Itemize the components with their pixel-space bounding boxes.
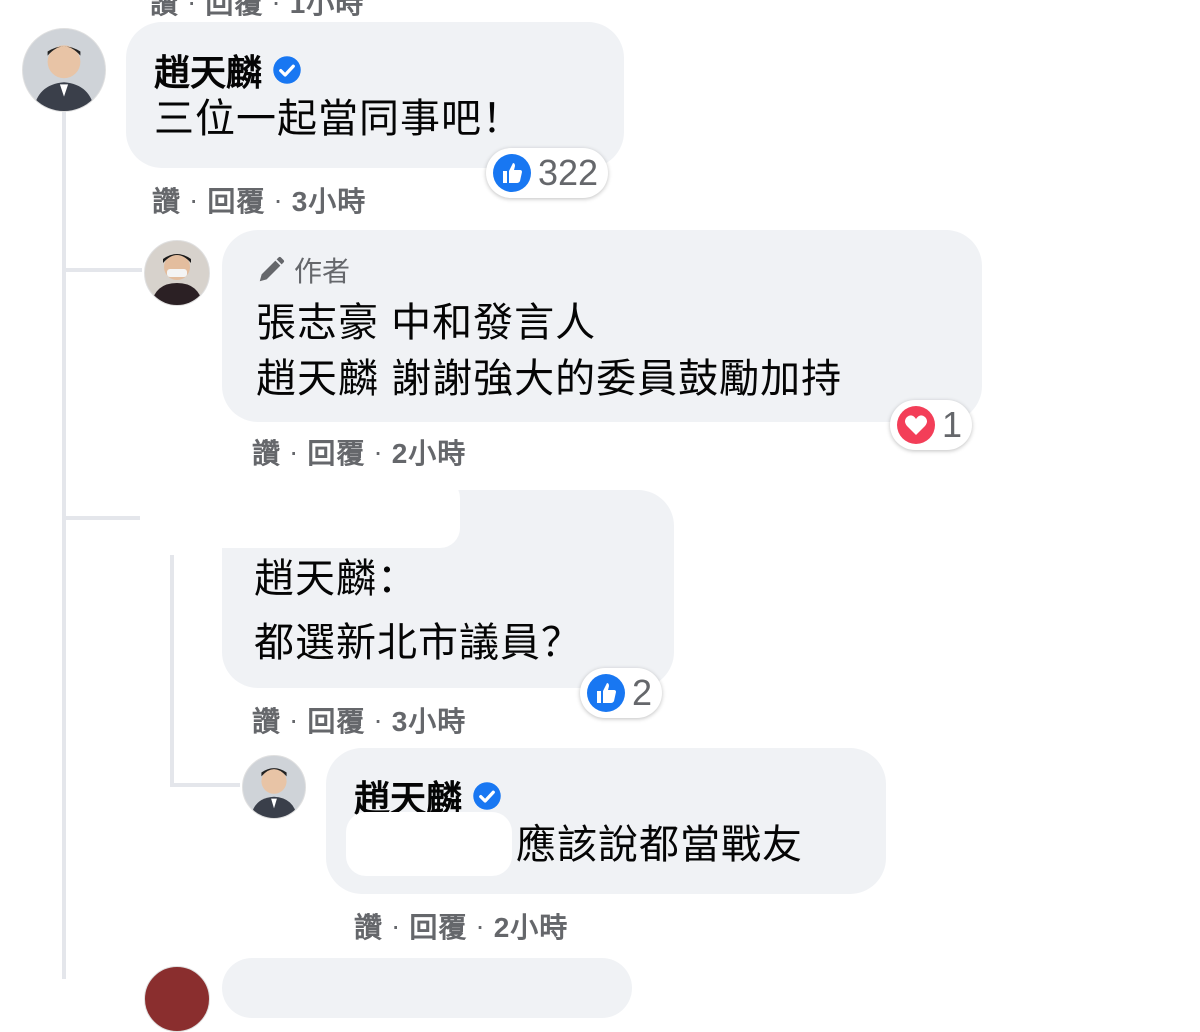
reaction-count: 2 bbox=[632, 672, 653, 713]
comment-text-line: 趙天麟： bbox=[254, 557, 418, 601]
comment-bubble: 趙天麟 三位一起當同事吧！ bbox=[126, 22, 624, 168]
person-avatar-icon bbox=[243, 756, 305, 818]
reaction-count: 322 bbox=[538, 152, 599, 193]
timestamp[interactable]: 2小時 bbox=[392, 432, 467, 472]
comment-text: 應該說都當戰友 bbox=[516, 823, 803, 867]
reply-action[interactable]: 回覆 bbox=[409, 906, 467, 946]
reaction-summary[interactable]: 1 bbox=[890, 400, 973, 450]
reply-action[interactable]: 回覆 bbox=[205, 0, 263, 22]
comment-text-line: 張志豪 中和發言人 bbox=[256, 301, 597, 345]
thread-line-sub bbox=[170, 555, 174, 785]
comment-actions: 讚 · 回覆 · 2小時 bbox=[354, 906, 568, 946]
comment-actions: 讚 · 回覆 · 3小時 bbox=[252, 700, 466, 740]
thread-line-sub-branch bbox=[170, 783, 240, 787]
author-badge: 作者 bbox=[256, 250, 350, 290]
timestamp[interactable]: 2小時 bbox=[494, 906, 569, 946]
avatar[interactable] bbox=[144, 966, 210, 1032]
verified-badge-icon bbox=[273, 56, 301, 84]
comment-bubble: 作者 張志豪 中和發言人 趙天麟 謝謝強大的委員鼓勵加持 bbox=[222, 230, 982, 422]
reaction-count: 1 bbox=[942, 404, 963, 445]
previous-comment-actions: 讚 · 回覆 · 1小時 bbox=[150, 0, 364, 22]
comment-bubble: 趙天麟 應該說都當戰友 bbox=[326, 748, 886, 894]
comment-text: 三位一起當同事吧！ bbox=[154, 97, 523, 141]
reaction-summary[interactable]: 322 bbox=[486, 148, 609, 198]
timestamp[interactable]: 1小時 bbox=[290, 0, 365, 22]
comment-bubble bbox=[222, 958, 632, 1018]
redacted-area bbox=[346, 812, 512, 876]
reply-action[interactable]: 回覆 bbox=[307, 700, 365, 740]
like-action[interactable]: 讚 bbox=[152, 180, 181, 220]
timestamp[interactable]: 3小時 bbox=[392, 700, 467, 740]
author-badge-label: 作者 bbox=[294, 256, 351, 287]
comment-text-line: 趙天麟 謝謝強大的委員鼓勵加持 bbox=[256, 357, 843, 401]
thread-line-main bbox=[62, 110, 66, 979]
like-action[interactable]: 讚 bbox=[354, 906, 383, 946]
like-reaction-icon bbox=[587, 674, 625, 712]
thread-line-branch-2 bbox=[62, 516, 142, 520]
person-avatar-icon bbox=[23, 29, 105, 111]
comment-text-line: 都選新北市議員？ bbox=[254, 621, 582, 665]
comment-actions: 讚 · 回覆 · 3小時 bbox=[152, 180, 366, 220]
reply-action[interactable]: 回覆 bbox=[307, 432, 365, 472]
love-reaction-icon bbox=[897, 406, 935, 444]
person-avatar-icon bbox=[145, 241, 209, 305]
like-action[interactable]: 讚 bbox=[252, 700, 281, 740]
comment-actions: 讚 · 回覆 · 2小時 bbox=[252, 432, 466, 472]
like-action[interactable]: 讚 bbox=[252, 432, 281, 472]
avatar[interactable] bbox=[22, 28, 106, 112]
avatar[interactable] bbox=[144, 240, 210, 306]
reaction-summary[interactable]: 2 bbox=[580, 668, 663, 718]
timestamp[interactable]: 3小時 bbox=[292, 180, 367, 220]
verified-badge-icon bbox=[473, 782, 501, 810]
like-reaction-icon bbox=[493, 154, 531, 192]
redacted-area bbox=[140, 478, 460, 548]
pencil-icon bbox=[259, 256, 285, 282]
reply-action[interactable]: 回覆 bbox=[207, 180, 265, 220]
avatar[interactable] bbox=[242, 755, 306, 819]
thread-line-branch-1 bbox=[62, 268, 142, 272]
like-action[interactable]: 讚 bbox=[150, 0, 179, 22]
